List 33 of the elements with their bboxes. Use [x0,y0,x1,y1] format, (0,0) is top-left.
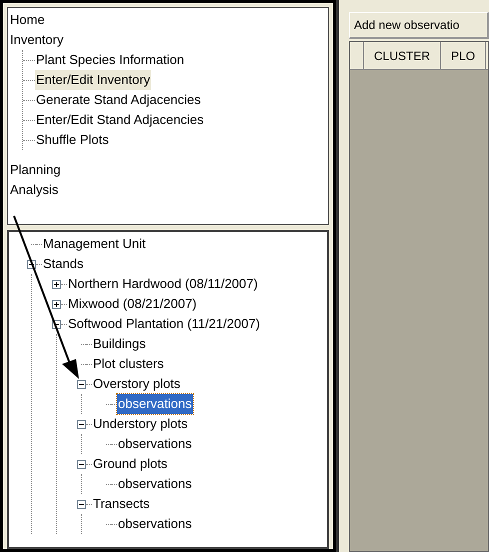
tree-item[interactable]: observations [117,474,193,494]
menu-item[interactable]: Enter/Edit Inventory [35,70,152,90]
expander-icon[interactable] [52,280,61,288]
tree-item[interactable]: Softwood Plantation (11/21/2007) [67,314,262,334]
expander-icon[interactable] [77,420,86,428]
tree-item[interactable]: Transects [92,494,151,514]
tree-item[interactable]: Buildings [92,334,147,354]
menu-item[interactable]: Shuffle Plots [35,130,110,150]
tree-item[interactable]: Ground plots [92,454,168,474]
add-observation-button[interactable]: Add new observatio [349,12,489,39]
column-header[interactable]: CLUSTER [364,42,442,69]
expander-icon[interactable] [77,460,86,468]
tree-item[interactable]: Understory plots [92,414,189,434]
tree-item[interactable]: observations [117,514,193,534]
menu-item[interactable]: Planning [9,160,62,180]
tree-item[interactable]: Plot clusters [92,354,165,374]
column-header[interactable]: PLO [441,42,486,69]
menu-item[interactable]: Analysis [9,180,60,200]
expander-icon[interactable] [77,380,86,388]
tree-item[interactable]: Northern Hardwood (08/11/2007) [67,274,259,294]
tree-item[interactable]: Overstory plots [92,374,182,394]
tree-item[interactable]: Stands [42,254,84,274]
menu-item[interactable]: Generate Stand Adjacencies [35,90,202,110]
tree-item[interactable]: Mixwood (08/21/2007) [67,294,198,314]
menu-item[interactable]: Plant Species Information [35,50,186,70]
menu-item[interactable]: Inventory [9,30,64,50]
tree-item[interactable]: Management Unit [42,234,147,254]
expander-icon[interactable] [77,500,86,508]
tree-item[interactable]: observations [117,434,193,454]
menu-item[interactable]: Home [9,10,46,30]
tree-item[interactable]: observations [117,394,193,414]
expander-icon[interactable] [52,300,61,308]
menu-item[interactable]: Enter/Edit Stand Adjacencies [35,110,205,130]
